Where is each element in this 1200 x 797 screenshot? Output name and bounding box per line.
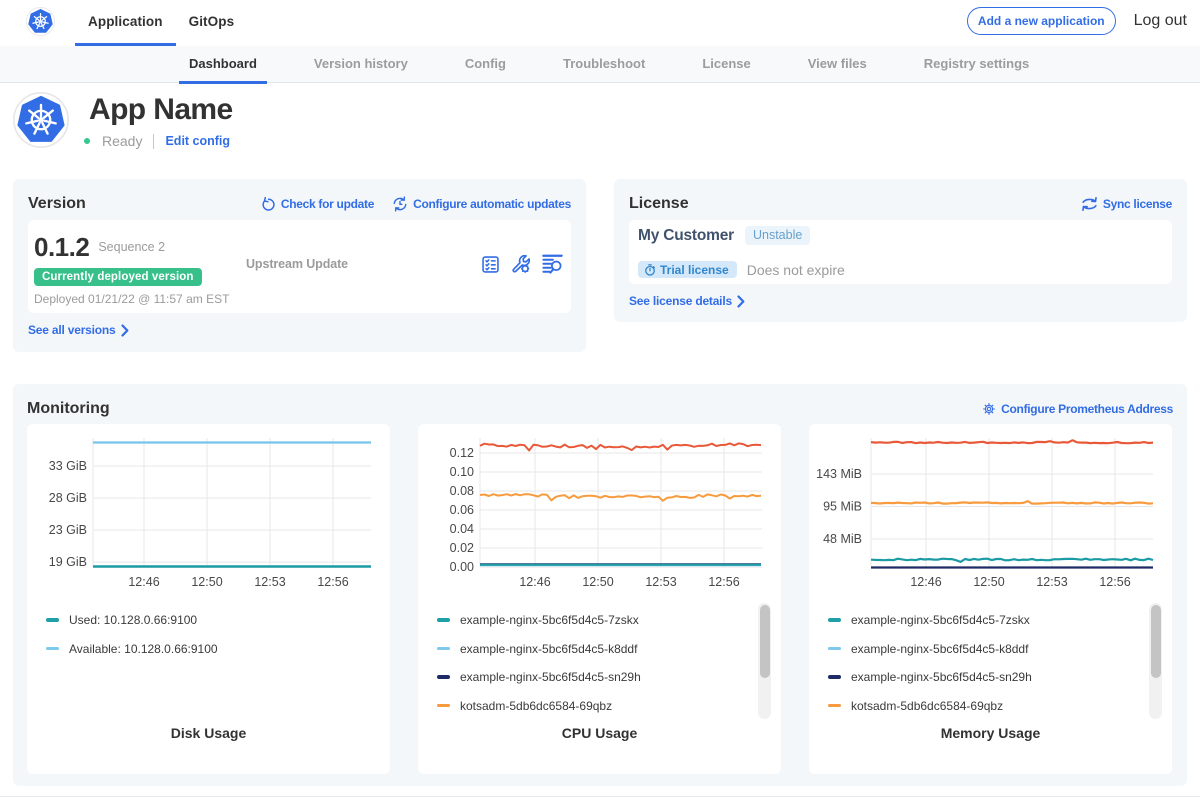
svg-text:12:50: 12:50 <box>973 575 1004 589</box>
svg-text:12:56: 12:56 <box>317 575 348 589</box>
svg-text:12:50: 12:50 <box>582 575 613 589</box>
svg-text:48 MiB: 48 MiB <box>823 532 862 546</box>
svg-text:12:56: 12:56 <box>1099 575 1130 589</box>
svg-text:12:53: 12:53 <box>1036 575 1067 589</box>
svg-text:12:46: 12:46 <box>128 575 159 589</box>
svg-text:12:46: 12:46 <box>519 575 550 589</box>
svg-text:0.00: 0.00 <box>450 560 474 574</box>
svg-text:33 GiB: 33 GiB <box>49 459 87 473</box>
svg-text:23 GiB: 23 GiB <box>49 523 87 537</box>
svg-text:0.08: 0.08 <box>450 484 474 498</box>
svg-text:143 MiB: 143 MiB <box>816 467 862 481</box>
svg-text:12:53: 12:53 <box>254 575 285 589</box>
svg-text:0.04: 0.04 <box>450 522 474 536</box>
svg-text:0.06: 0.06 <box>450 503 474 517</box>
svg-text:0.02: 0.02 <box>450 541 474 555</box>
svg-text:0.10: 0.10 <box>450 465 474 479</box>
svg-text:95 MiB: 95 MiB <box>823 500 862 514</box>
svg-text:12:46: 12:46 <box>910 575 941 589</box>
svg-text:28 GiB: 28 GiB <box>49 491 87 505</box>
svg-text:12:50: 12:50 <box>191 575 222 589</box>
svg-text:12:53: 12:53 <box>645 575 676 589</box>
svg-text:19 GiB: 19 GiB <box>49 555 87 569</box>
svg-text:12:56: 12:56 <box>708 575 739 589</box>
svg-text:0.12: 0.12 <box>450 446 474 460</box>
